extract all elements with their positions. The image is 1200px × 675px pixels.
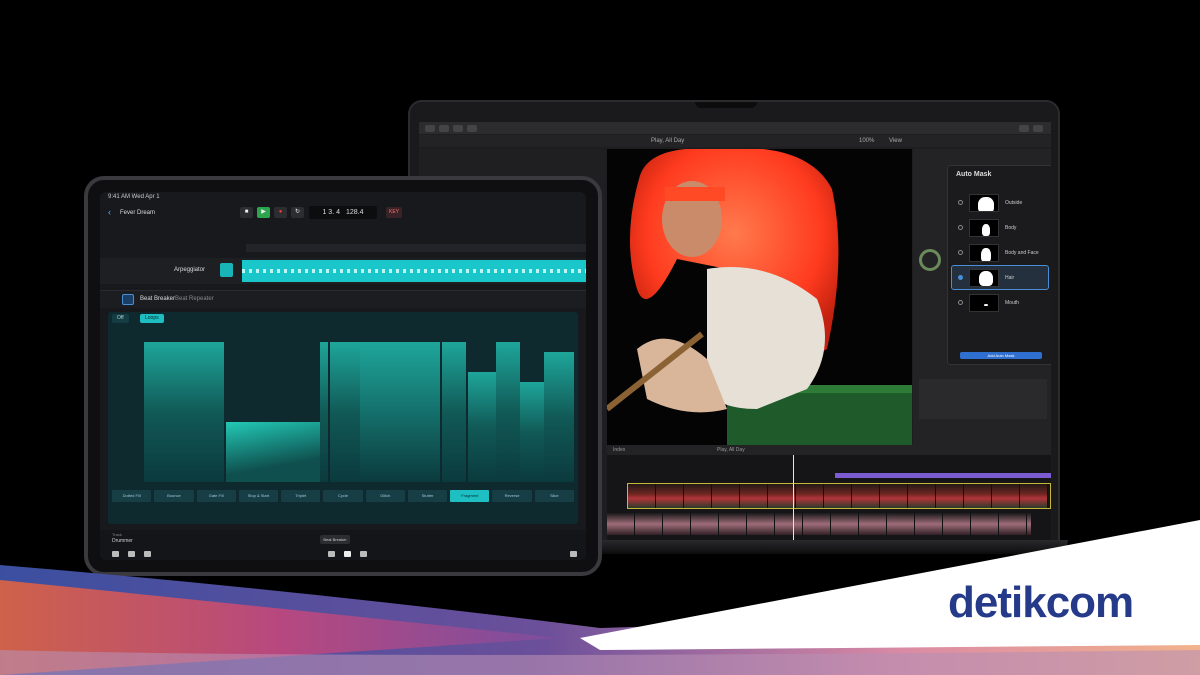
preset-button[interactable]: Stop & Start <box>238 490 279 502</box>
lcd-tempo: 128.4 <box>345 209 364 216</box>
auto-mask-title: Auto Mask <box>956 171 992 178</box>
transport-controls: ■ ▶ ● ↻ <box>240 207 304 218</box>
mask-option-hair[interactable]: Hair <box>951 265 1049 290</box>
mask-thumbnail <box>969 193 999 212</box>
index-button[interactable]: Index <box>613 447 625 453</box>
detikcom-logo: detikcom <box>948 578 1134 628</box>
zoom-level[interactable]: 100% <box>859 138 874 144</box>
check-icon[interactable] <box>467 124 477 132</box>
editor-mode-off[interactable]: Off <box>112 314 129 323</box>
plugin-subtitle: Beat Repeater <box>175 296 214 302</box>
camera-notch <box>695 102 757 108</box>
view-menu[interactable]: View <box>889 138 902 144</box>
mask-option-outside[interactable]: Outside <box>952 191 1048 214</box>
library-icon[interactable] <box>425 124 435 132</box>
mask-option-mouth[interactable]: Mouth <box>952 291 1048 314</box>
mask-option-body[interactable]: Body <box>952 216 1048 239</box>
fcp-toolbar <box>419 122 1051 134</box>
preset-strip: Dotted Fill Bounce Gate Fill Stop & Star… <box>108 490 578 506</box>
audio-region[interactable] <box>242 260 586 282</box>
stop-icon[interactable]: ■ <box>240 207 253 218</box>
track-row[interactable]: Arpeggiator <box>100 258 586 284</box>
logic-pro-window: 9:41 AM Wed Apr 1 ‹ Fever Dream ■ ▶ ● ↻ … <box>100 192 586 560</box>
promo-image: Play, All Day 100% View Auto Mask Outsid… <box>0 0 1200 675</box>
mask-thumbnail <box>969 293 999 312</box>
preset-button[interactable]: Stutter <box>407 490 448 502</box>
add-auto-mask-button[interactable]: Add Auto Mask <box>960 352 1042 359</box>
preset-button[interactable]: Cycle <box>323 490 363 502</box>
waveform <box>242 269 586 273</box>
preset-button[interactable]: Glitch <box>365 490 405 502</box>
mask-option-body-and-face[interactable]: Body and Face <box>952 241 1048 264</box>
preset-button[interactable]: Triplet <box>281 490 321 502</box>
preset-button[interactable]: Slice <box>534 490 574 502</box>
plugin-title: Beat Breaker <box>140 296 176 302</box>
viewer-header: Play, All Day 100% View <box>419 135 1051 147</box>
cycle-icon[interactable]: ↻ <box>291 207 304 218</box>
clip-name: Play, All Day <box>651 138 685 144</box>
preset-button[interactable]: Gate Fill <box>196 490 236 502</box>
auto-mask-hint <box>948 178 1051 189</box>
record-icon[interactable]: ● <box>274 207 287 218</box>
timeline-bar: Index Play, All Day <box>607 445 1051 455</box>
key-icon[interactable] <box>453 124 463 132</box>
timeline-clip-label: Play, All Day <box>717 447 745 453</box>
radio-icon[interactable] <box>958 275 963 280</box>
radio-icon[interactable] <box>958 300 963 305</box>
mask-thumbnail <box>969 268 999 287</box>
mask-option-label: Body and Face <box>1005 249 1039 256</box>
key-button[interactable]: KEY <box>386 207 402 218</box>
mask-option-label: Body <box>1005 224 1017 231</box>
lcd-display[interactable]: 1 3. 4 128.4 <box>309 206 377 219</box>
color-wheel-icon[interactable] <box>919 249 941 271</box>
auto-mask-popover: Auto Mask Outside Body Body and Face Hai… <box>947 165 1051 365</box>
plugin-header: Beat Breaker Beat Repeater <box>100 290 586 308</box>
status-bar: 9:41 AM Wed Apr 1 <box>108 194 160 200</box>
back-chevron-icon[interactable]: ‹ <box>108 207 111 217</box>
video-viewer <box>607 149 912 445</box>
title-track[interactable] <box>835 473 1051 478</box>
slice-pattern[interactable] <box>144 332 574 482</box>
inspector-params <box>919 379 1047 419</box>
preset-button-selected[interactable]: Fragment <box>450 490 490 502</box>
preset-button[interactable]: Bounce <box>154 490 194 502</box>
layout-icon[interactable] <box>1019 124 1029 132</box>
radio-icon[interactable] <box>958 225 963 230</box>
preset-button[interactable]: Dotted Fill <box>112 490 152 502</box>
radio-icon[interactable] <box>958 250 963 255</box>
ruler[interactable] <box>246 244 586 252</box>
download-icon[interactable] <box>439 124 449 132</box>
preset-button[interactable]: Reverse <box>492 490 532 502</box>
song-title[interactable]: Fever Dream <box>120 210 155 216</box>
plugin-power-icon[interactable] <box>122 294 134 305</box>
radio-icon[interactable] <box>958 200 963 205</box>
track-name: Arpeggiator <box>174 267 206 273</box>
share-icon[interactable] <box>1033 124 1043 132</box>
viewer-frame-image <box>607 149 912 445</box>
logo-text-detik: detik <box>948 578 1047 627</box>
play-icon[interactable]: ▶ <box>257 207 270 218</box>
mask-thumbnail <box>969 218 999 237</box>
mask-option-label: Hair <box>1005 274 1015 281</box>
mask-thumbnail <box>969 243 999 262</box>
editor-toolbar: Off Loops <box>108 312 578 324</box>
lcd-position: 1 3. 4 <box>322 209 340 216</box>
track-instrument-icon[interactable] <box>220 263 233 277</box>
logo-text-com: com <box>1045 578 1134 627</box>
mask-option-label: Outside <box>1005 199 1023 206</box>
control-bar: ‹ Fever Dream ■ ▶ ● ↻ 1 3. 4 128.4 KEY <box>100 202 586 226</box>
beat-breaker-editor: Off Loops Dotted Fill Bounce Gate Fill S… <box>108 312 578 524</box>
primary-clip[interactable] <box>627 483 1051 509</box>
editor-mode-loops[interactable]: Loops <box>140 314 164 323</box>
mask-option-label: Mouth <box>1005 299 1019 306</box>
view-toolbar <box>100 226 586 242</box>
